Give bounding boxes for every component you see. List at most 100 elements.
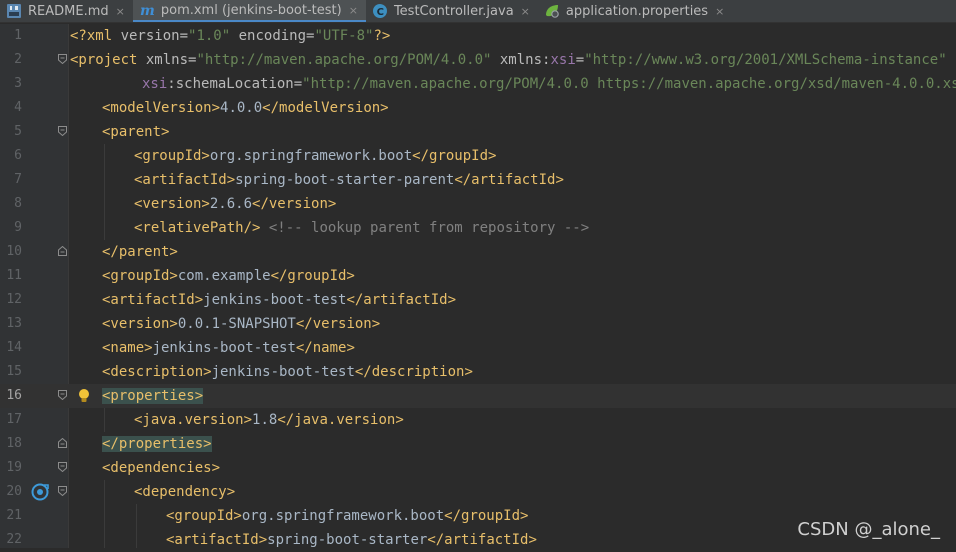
attr-name: encoding= [230, 28, 315, 44]
java-class-icon: C [372, 3, 388, 19]
code-line[interactable]: 6 <groupId>org.springframework.boot</gro… [0, 144, 956, 168]
code-text: </properties> [102, 432, 212, 456]
tag-open: <version> [102, 316, 178, 332]
line-number: 10 [6, 244, 22, 259]
tab-testcontroller[interactable]: C TestController.java × [366, 0, 538, 22]
line-number: 21 [6, 508, 22, 523]
code-line[interactable]: 11 <groupId>com.example</groupId> [0, 264, 956, 288]
tag-content: spring-boot-starter [267, 532, 428, 548]
tag-open: <artifactId> [166, 532, 268, 548]
tag-close: </groupId> [412, 148, 497, 164]
tag-open: <description> [102, 364, 212, 380]
code-line[interactable]: 10 </parent> [0, 240, 956, 264]
tag-open: <groupId> [102, 268, 178, 284]
attr-value: "1.0" [188, 28, 231, 44]
close-icon[interactable]: × [349, 4, 358, 17]
code-line[interactable]: 9 <relativePath/> <!-- lookup parent fro… [0, 216, 956, 240]
code-line[interactable]: 14 <name>jenkins-boot-test</name> [0, 336, 956, 360]
watermark: CSDN @_alone_ [797, 519, 940, 540]
code-editor[interactable]: 1 <?xml version="1.0" encoding="UTF-8"?>… [0, 24, 956, 548]
code-text: xsi:schemaLocation="http://maven.apache.… [142, 72, 956, 96]
tag-content: 4.0.0 [220, 100, 263, 116]
code-text: <dependency> [134, 480, 235, 504]
attr-name: xmlns= [145, 52, 197, 68]
tag-content: org.springframework.boot [241, 508, 445, 524]
tag-close: </groupId> [444, 508, 529, 524]
fold-marker-icon[interactable] [58, 126, 67, 136]
attr-value: "http://www.w3.org/2001/XMLSchema-instan… [584, 52, 947, 68]
line-number: 8 [14, 196, 22, 211]
tag-close-highlighted: </properties> [102, 436, 212, 452]
code-text: <groupId>com.example</groupId> [102, 264, 355, 288]
fold-marker-icon[interactable] [58, 54, 67, 64]
tag-open: <name> [102, 340, 153, 356]
close-icon[interactable]: × [521, 5, 530, 18]
line-number: 1 [14, 28, 22, 43]
code-line-current[interactable]: 16 <properties> [0, 384, 956, 408]
code-line[interactable]: 15 <description>jenkins-boot-test</descr… [0, 360, 956, 384]
tag-open: <parent> [102, 124, 170, 140]
line-number: 17 [6, 412, 22, 427]
attr-name: xmlns: [491, 52, 551, 68]
fold-marker-icon[interactable] [58, 438, 67, 448]
fold-marker-icon[interactable] [58, 246, 67, 256]
code-line[interactable]: 4 <modelVersion>4.0.0</modelVersion> [0, 96, 956, 120]
tab-application-properties[interactable]: application.properties × [538, 0, 732, 22]
intention-bulb-icon[interactable] [74, 386, 94, 406]
code-line[interactable]: 12 <artifactId>jenkins-boot-test</artifa… [0, 288, 956, 312]
tag-close: </version> [252, 196, 337, 212]
close-icon[interactable]: × [715, 5, 724, 18]
tag-content: 2.6.6 [209, 196, 253, 212]
line-number: 15 [6, 364, 22, 379]
code-line[interactable]: 7 <artifactId>spring-boot-starter-parent… [0, 168, 956, 192]
code-text: <parent> [102, 120, 169, 144]
line-number: 5 [14, 124, 22, 139]
code-line[interactable]: 18 </properties> [0, 432, 956, 456]
code-line[interactable]: 20 <dependency> [0, 480, 956, 504]
tab-pom-xml[interactable]: m pom.xml (jenkins-boot-test) × [132, 0, 366, 22]
code-line[interactable]: 19 <dependencies> [0, 456, 956, 480]
line-number: 3 [14, 76, 22, 91]
fold-marker-icon[interactable] [58, 390, 67, 400]
tag-content: jenkins-boot-test [152, 340, 296, 356]
code-line[interactable]: 17 <java.version>1.8</java.version> [0, 408, 956, 432]
close-icon[interactable]: × [116, 5, 125, 18]
code-line[interactable]: 3 xsi:schemaLocation="http://maven.apach… [0, 72, 956, 96]
tag-close: </description> [354, 364, 473, 380]
namespace-prefix: xsi [550, 52, 576, 68]
tag-open: <java.version> [134, 412, 253, 428]
code-line[interactable]: 2 <project xmlns="http://maven.apache.or… [0, 48, 956, 72]
code-line[interactable]: 13 <version>0.0.1-SNAPSHOT</version> [0, 312, 956, 336]
tag-close: </groupId> [270, 268, 355, 284]
tag-open: <version> [134, 196, 210, 212]
tag-open: <artifactId> [134, 172, 236, 188]
tag-open: <groupId> [134, 148, 210, 164]
dependency-update-icon[interactable] [30, 482, 50, 502]
tag-close: </modelVersion> [262, 100, 389, 116]
tag-content: 1.8 [252, 412, 278, 428]
line-number: 22 [6, 532, 22, 547]
maven-file-icon: m [139, 2, 155, 18]
line-number: 13 [6, 316, 22, 331]
code-line[interactable]: 8 <version>2.6.6</version> [0, 192, 956, 216]
tag-open: <dependencies> [102, 460, 221, 476]
tag-content: 0.0.1-SNAPSHOT [177, 316, 296, 332]
xml-prolog-end: ?> [373, 28, 391, 44]
code-text: <name>jenkins-boot-test</name> [102, 336, 355, 360]
line-number: 18 [6, 436, 22, 451]
code-text: <description>jenkins-boot-test</descript… [102, 360, 473, 384]
code-text: <version>0.0.1-SNAPSHOT</version> [102, 312, 380, 336]
code-text: <properties> [102, 384, 204, 408]
attr-value: "http://maven.apache.org/POM/4.0.0 https… [302, 76, 956, 92]
tag-close: </version> [295, 316, 381, 332]
fold-marker-icon[interactable] [58, 486, 67, 496]
tab-readme[interactable]: README.md × [0, 0, 133, 22]
tag-open: <artifactId> [102, 292, 204, 308]
tag-open: <dependency> [134, 484, 236, 500]
attr-value: "http://maven.apache.org/POM/4.0.0" [196, 52, 492, 68]
fold-marker-icon[interactable] [58, 462, 67, 472]
tag-open: <modelVersion> [102, 100, 221, 116]
code-text: <groupId>org.springframework.boot</group… [134, 144, 496, 168]
code-line[interactable]: 5 <parent> [0, 120, 956, 144]
code-line[interactable]: 1 <?xml version="1.0" encoding="UTF-8"?> [0, 24, 956, 48]
